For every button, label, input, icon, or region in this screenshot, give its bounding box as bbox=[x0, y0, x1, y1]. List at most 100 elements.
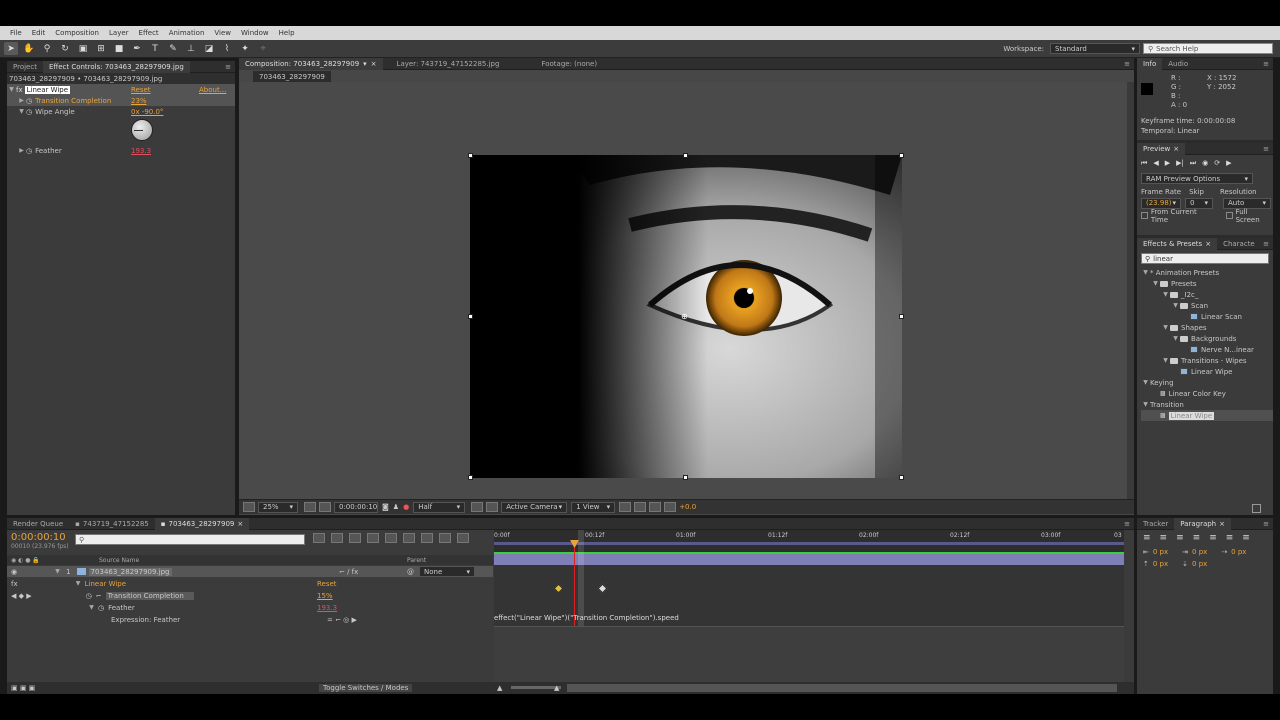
close-icon[interactable]: × bbox=[237, 520, 243, 528]
stopwatch-icon[interactable]: ◷ bbox=[86, 592, 92, 600]
tab-character[interactable]: Characte bbox=[1217, 238, 1261, 250]
effects-search-input[interactable]: ⚲ linear bbox=[1141, 253, 1269, 264]
keyframe-icon[interactable] bbox=[553, 583, 564, 594]
camera-dropdown[interactable]: Active Camera ▾ bbox=[501, 501, 568, 513]
keyframe-icon[interactable] bbox=[597, 583, 608, 594]
panel-menu-icon[interactable]: ≡ bbox=[1263, 240, 1269, 248]
tab-comp-743719[interactable]: ▪ 743719_47152285 bbox=[69, 518, 155, 530]
stopwatch-icon[interactable]: ◷ bbox=[26, 108, 32, 116]
rectangle-tool-icon[interactable]: ■ bbox=[112, 42, 126, 55]
expand-triangle-icon[interactable]: ▼ bbox=[17, 108, 26, 115]
parent-pickwhip-icon[interactable]: @ bbox=[407, 568, 414, 576]
expand-triangle-icon[interactable]: ▼ bbox=[53, 568, 62, 575]
panel-menu-icon[interactable]: ≡ bbox=[225, 63, 231, 71]
transform-handle[interactable] bbox=[899, 314, 904, 319]
effects-tree-item[interactable]: Nerve N...inear bbox=[1141, 344, 1273, 355]
panel-menu-icon[interactable]: ≡ bbox=[1124, 60, 1130, 68]
stopwatch-icon[interactable]: ◷ bbox=[26, 97, 32, 105]
expand-triangle-icon[interactable]: ▼ bbox=[1171, 302, 1180, 309]
align-center-icon[interactable]: ≡ bbox=[1160, 533, 1168, 543]
expand-triangle-icon[interactable]: ▼ bbox=[1151, 280, 1160, 287]
exposure-value[interactable]: +0.0 bbox=[679, 503, 696, 511]
tab-footage[interactable]: Footage: (none) bbox=[535, 58, 603, 70]
timeline-reset[interactable]: Reset bbox=[317, 580, 337, 588]
tab-render-queue[interactable]: Render Queue bbox=[7, 518, 69, 530]
close-icon[interactable]: × bbox=[1173, 145, 1179, 153]
eraser-tool-icon[interactable]: ◪ bbox=[202, 42, 216, 55]
draft-3d-icon[interactable] bbox=[349, 533, 361, 543]
panel-menu-icon[interactable]: ≡ bbox=[1263, 145, 1269, 153]
stopwatch-icon[interactable]: ◷ bbox=[26, 147, 32, 155]
clone-stamp-tool-icon[interactable]: ⊥ bbox=[184, 42, 198, 55]
toggle-pixel-aspect-icon[interactable] bbox=[619, 502, 632, 512]
close-icon[interactable]: × bbox=[1205, 240, 1211, 248]
effects-tree-item[interactable]: ▼ Transition bbox=[1141, 399, 1273, 410]
puppet-tool-icon[interactable]: ✦ bbox=[238, 42, 252, 55]
frame-blending-icon[interactable] bbox=[385, 533, 397, 543]
col-parent[interactable]: Parent bbox=[407, 557, 426, 564]
axis-mode-icon[interactable]: ⌖ bbox=[256, 42, 270, 55]
effects-tree-item[interactable]: ▼ Backgrounds bbox=[1141, 333, 1273, 344]
layer-bar[interactable] bbox=[494, 554, 1124, 565]
brainstorm-icon[interactable] bbox=[421, 533, 433, 543]
effects-tree-item[interactable]: ▼ Transitions - Wipes bbox=[1141, 355, 1273, 366]
align-right-icon[interactable]: ≡ bbox=[1176, 533, 1184, 543]
fast-previews-icon[interactable] bbox=[634, 502, 647, 512]
toggle-icons-icon[interactable]: ▣ ▣ ▣ bbox=[11, 684, 35, 692]
audio-icon[interactable]: ◉ bbox=[1202, 159, 1208, 167]
camera-tool-icon[interactable]: ▣ bbox=[76, 42, 90, 55]
tab-effect-controls[interactable]: Effect Controls: 703463_28297909.jpg bbox=[42, 60, 190, 73]
transform-handle[interactable] bbox=[683, 475, 688, 480]
menu-composition[interactable]: Composition bbox=[55, 29, 99, 37]
timeline-prop1-value[interactable]: 15% bbox=[317, 592, 333, 600]
expression-text[interactable]: effect("Linear Wipe")("Transition Comple… bbox=[494, 614, 679, 622]
stopwatch-icon[interactable]: ◷ bbox=[98, 604, 104, 612]
roto-brush-tool-icon[interactable]: ⌇ bbox=[220, 42, 234, 55]
effects-tree-item[interactable]: ▼ Keying bbox=[1141, 377, 1273, 388]
loop-icon[interactable]: ⟳ bbox=[1214, 159, 1220, 167]
transparency-grid-icon[interactable] bbox=[486, 502, 499, 512]
prop-value[interactable]: 193.3 bbox=[131, 147, 151, 155]
col-source-name[interactable]: Source Name bbox=[99, 557, 139, 564]
about-link[interactable]: About... bbox=[199, 86, 226, 94]
timeline-search-input[interactable]: ⚲ bbox=[75, 534, 305, 545]
effect-row[interactable]: fx ▼ Linear Wipe Reset bbox=[7, 578, 493, 589]
tab-composition[interactable]: Composition: 703463_28297909 ▾ × bbox=[239, 57, 383, 70]
next-frame-icon[interactable]: ▶| bbox=[1176, 159, 1184, 167]
justify-center-icon[interactable]: ≡ bbox=[1209, 533, 1217, 543]
workspace-dropdown[interactable]: Standard ▾ bbox=[1050, 43, 1140, 54]
timeline-prop2-value[interactable]: 193.3 bbox=[317, 604, 337, 612]
mask-visibility-icon[interactable] bbox=[319, 502, 331, 512]
tab-effects-presets[interactable]: Effects & Presets × bbox=[1137, 237, 1218, 250]
parent-dropdown[interactable]: None ▾ bbox=[419, 566, 475, 577]
panel-menu-icon[interactable]: ≡ bbox=[1263, 520, 1269, 528]
tab-tracker[interactable]: Tracker bbox=[1137, 518, 1174, 530]
transform-handle[interactable] bbox=[468, 314, 473, 319]
expression-controls-icon[interactable]: = ⌐ ◎ ▶ bbox=[327, 616, 357, 624]
tab-comp-703463[interactable]: ▪ 703463_28297909 × bbox=[154, 517, 250, 530]
tab-project[interactable]: Project bbox=[7, 61, 43, 73]
justify-all-icon[interactable]: ≡ bbox=[1242, 533, 1250, 543]
search-help-input[interactable]: ⚲ Search Help bbox=[1143, 43, 1273, 54]
expand-triangle-icon[interactable]: ▼ bbox=[1141, 269, 1150, 276]
effects-tree-item[interactable]: ▼ Scan bbox=[1141, 300, 1273, 311]
rotate-tool-icon[interactable]: ↻ bbox=[58, 42, 72, 55]
close-icon[interactable]: × bbox=[371, 60, 377, 68]
full-screen-checkbox[interactable] bbox=[1225, 212, 1233, 219]
justify-left-icon[interactable]: ≡ bbox=[1193, 533, 1201, 543]
channel-icon[interactable]: ● bbox=[403, 503, 409, 511]
visibility-icon[interactable]: ◉ bbox=[11, 568, 17, 576]
prop-value[interactable]: 23% bbox=[131, 97, 147, 105]
menu-layer[interactable]: Layer bbox=[109, 29, 129, 37]
transform-handle[interactable] bbox=[899, 153, 904, 158]
space-after-value[interactable]: 0 px bbox=[1192, 560, 1207, 568]
anchor-point-icon[interactable]: ⊕ bbox=[681, 312, 688, 321]
timeline-graph-area[interactable]: 0:00f 00:12f 01:00f 01:12f 02:00f 02:12f 03:00… bbox=[494, 530, 1124, 682]
prop-feather-timeline-row[interactable]: ▼ ◷ Feather 193.3 bbox=[7, 602, 493, 613]
zoom-tool-icon[interactable]: ⚲ bbox=[40, 42, 54, 55]
pen-tool-icon[interactable]: ✒ bbox=[130, 42, 144, 55]
prop-transition-completion-timeline-row[interactable]: ◀ ◆ ▶ ◷ ⌐ Transition Completion 15% bbox=[7, 590, 493, 601]
effects-tree-item[interactable]: ▼ Shapes bbox=[1141, 322, 1273, 333]
fx-icon[interactable]: fx bbox=[11, 580, 18, 588]
selection-tool-icon[interactable]: ➤ bbox=[4, 42, 18, 55]
